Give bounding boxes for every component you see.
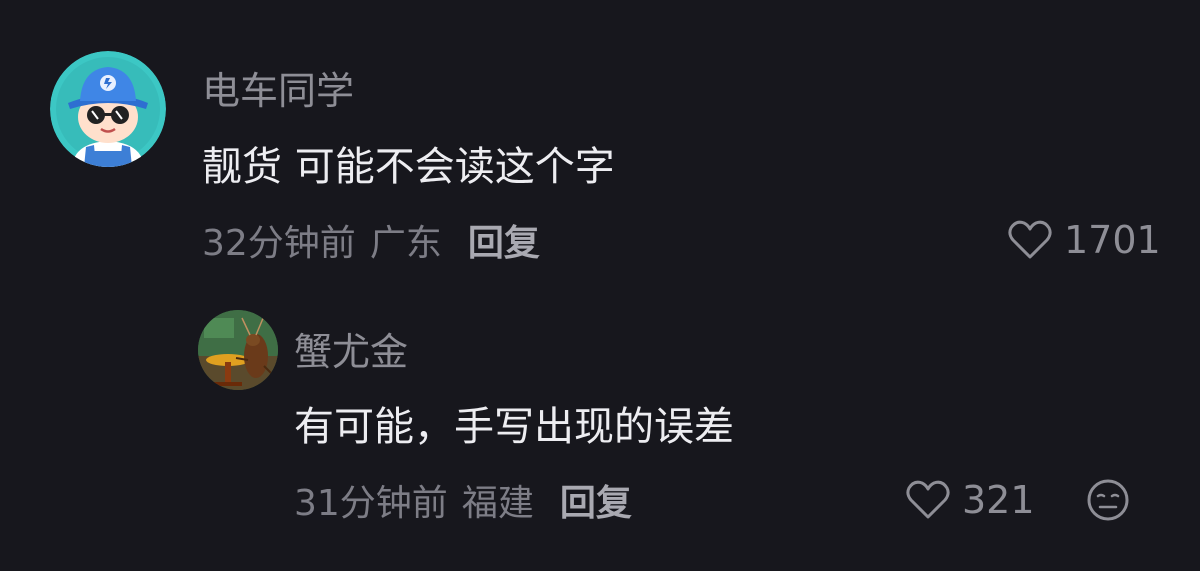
meh-face-icon xyxy=(1087,479,1129,521)
like-count: 1701 xyxy=(1064,218,1161,262)
comment-meta: 31分钟前 福建 回复 xyxy=(294,476,632,524)
heart-outline-icon xyxy=(906,480,950,519)
dislike-button[interactable] xyxy=(1086,478,1130,526)
comment-time: 31分钟前 xyxy=(294,483,448,524)
heart-outline-icon xyxy=(1008,220,1052,259)
reply-button[interactable]: 回复 xyxy=(468,214,540,266)
like-button[interactable]: 1701 xyxy=(1008,216,1161,264)
like-count: 321 xyxy=(962,478,1035,522)
comment-time: 32分钟前 xyxy=(202,223,356,264)
user-avatar[interactable] xyxy=(50,51,166,167)
username[interactable]: 蟹尤金 xyxy=(294,321,408,376)
comment-location: 福建 xyxy=(461,483,534,524)
username[interactable]: 电车同学 xyxy=(202,60,354,115)
comment-text: 有可能，手写出现的误差 xyxy=(294,404,734,450)
comment-text: 靓货 可能不会读这个字 xyxy=(202,144,615,190)
like-button[interactable]: 321 xyxy=(906,476,1035,524)
comment-meta: 32分钟前 广东 回复 xyxy=(202,216,540,264)
user-avatar[interactable] xyxy=(198,310,278,390)
comment-location: 广东 xyxy=(369,223,442,264)
reply-button[interactable]: 回复 xyxy=(560,474,632,526)
